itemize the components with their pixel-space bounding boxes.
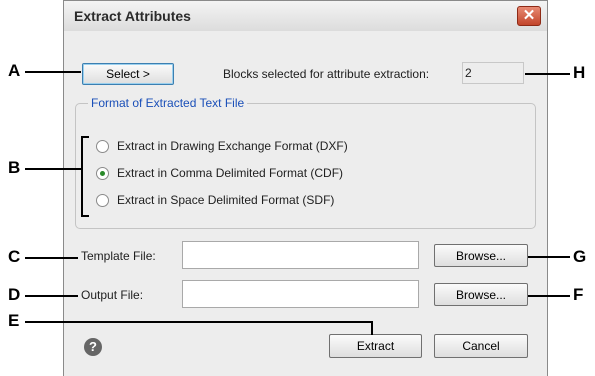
callout-line-f [528,295,570,297]
browse-button-label: Browse... [455,287,506,302]
callout-line-b [25,168,81,170]
extract-button-label: Extract [356,339,395,353]
callout-line-a [25,71,81,73]
format-option-label: Extract in Space Delimited Format (SDF) [117,193,335,207]
output-file-input[interactable] [182,280,419,308]
callout-bracket-b-bottom [81,215,89,217]
extract-button[interactable]: Extract [329,334,422,358]
callout-line-e [25,321,373,323]
cancel-button[interactable]: Cancel [434,334,528,358]
format-option-label: Extract in Drawing Exchange Format (DXF) [117,139,348,153]
callout-line-g [528,256,570,258]
callout-e: E [8,311,20,330]
radio-sdf[interactable] [96,194,109,207]
callout-f: F [573,285,584,304]
template-browse-button[interactable]: Browse... [434,244,528,267]
callout-c: C [8,247,21,266]
close-icon[interactable]: ✕ [517,6,541,26]
callout-bracket-b-top [81,136,89,138]
callout-a: A [8,61,21,80]
format-group-label: Format of Extracted Text File [88,96,248,110]
radio-cdf[interactable] [96,167,109,180]
blocks-selected-value: 2 [465,66,472,80]
callout-bracket-b [81,136,83,217]
extract-attributes-dialog: Extract Attributes ✕ Select > Blocks sel… [63,0,548,376]
format-option-label: Extract in Comma Delimited Format (CDF) [117,166,344,180]
browse-button-label: Browse... [455,248,506,263]
help-icon[interactable]: ? [84,338,102,356]
output-file-label: Output File: [81,288,144,302]
cancel-button-label: Cancel [462,339,500,353]
blocks-selected-count: 2 [462,62,524,84]
select-button-label: Select > [106,67,150,81]
title-bar[interactable]: Extract Attributes ✕ [64,1,547,31]
callout-line-d [25,295,78,297]
output-browse-button[interactable]: Browse... [434,283,528,306]
callout-drop-e [371,321,373,335]
select-button[interactable]: Select > [82,63,174,85]
template-file-label: Template File: [81,249,156,263]
blocks-selected-label: Blocks selected for attribute extraction… [223,67,430,81]
callout-line-h [525,73,570,75]
radio-selected-dot [100,171,105,176]
template-file-input[interactable] [182,241,419,269]
callout-g: G [573,247,587,266]
radio-dxf[interactable] [96,140,109,153]
callout-h: H [573,63,586,82]
dialog-title: Extract Attributes [74,8,191,24]
callout-line-c [25,257,78,259]
callout-b: B [8,158,21,177]
callout-d: D [8,285,21,304]
